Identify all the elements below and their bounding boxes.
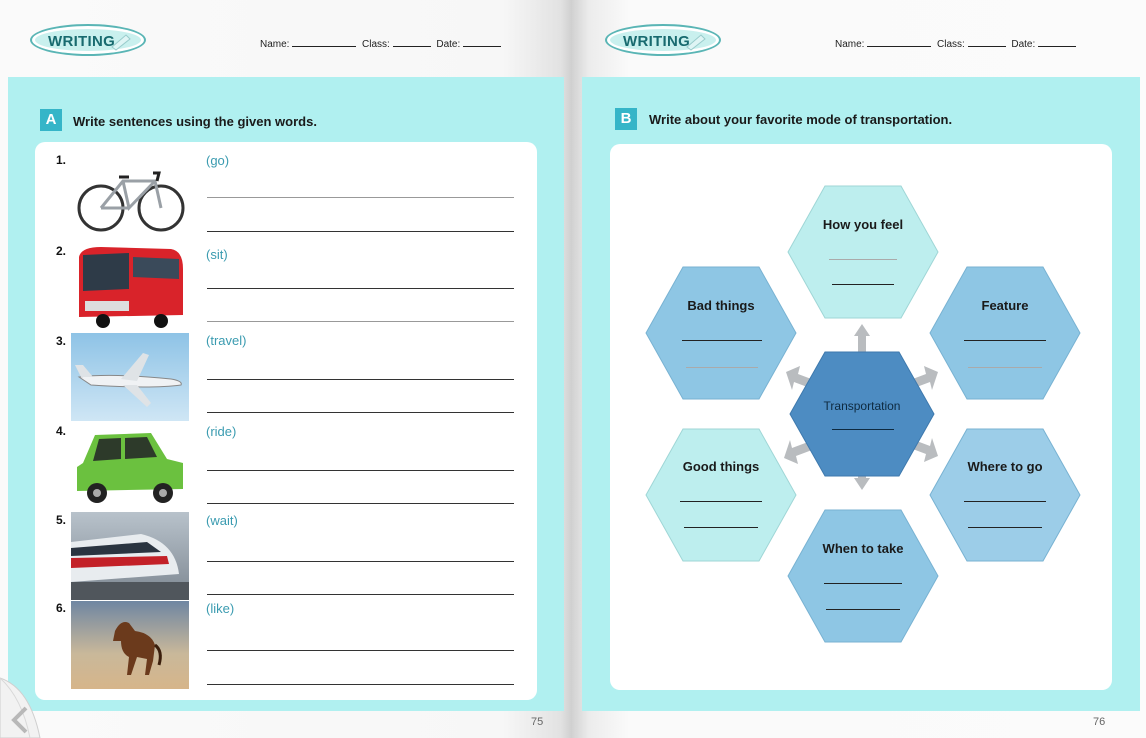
item-word: (like) [206,601,235,616]
date-label: Date: [436,39,461,50]
class-label: Class: [362,39,390,50]
writing-line[interactable] [207,321,514,322]
hex-how-you-feel: How you feel [786,184,940,320]
hex-answer-line[interactable] [968,367,1042,368]
train-image [71,512,189,600]
hex-when-to-take: When to take [786,508,940,644]
date-field[interactable] [463,37,502,47]
writing-line[interactable] [207,503,514,504]
name-field[interactable] [867,37,932,47]
right-page: WRITING Name: Class: Date: B Write about… [572,0,1146,738]
date-label: Date: [1011,39,1036,50]
section-b-tag: B [615,108,637,130]
class-field[interactable] [392,37,431,47]
date-field[interactable] [1038,37,1077,47]
logo-text: WRITING [48,33,116,50]
hex-label: Bad things [687,298,755,313]
item-word: (wait) [206,513,238,528]
item-number: 5. [56,513,67,527]
writing-line[interactable] [207,412,514,413]
item-number: 2. [56,244,67,258]
writing-line[interactable] [207,684,514,685]
hex-center: Transportation [788,350,936,478]
pencil-icon [111,34,131,51]
hex-answer-line[interactable] [832,429,894,430]
hex-feature: Feature [928,265,1082,401]
hex-answer-line[interactable] [832,284,894,285]
airplane-image [71,333,189,421]
writing-line[interactable] [207,288,514,289]
hex-where-to-go: Where to go [928,427,1082,563]
hex-label: Feature [981,298,1029,313]
class-label: Class: [937,39,965,50]
name-label: Name: [260,39,290,50]
hex-answer-line[interactable] [964,340,1046,341]
hex-good-things: Good things [644,427,798,563]
name-label: Name: [835,39,865,50]
item-number: 6. [56,601,67,615]
bus-image [71,243,189,331]
writing-logo: WRITING [30,24,146,56]
header-fields: Name: Class: Date: [260,37,504,50]
hex-answer-line[interactable] [824,583,902,584]
hex-answer-line[interactable] [964,501,1046,502]
writing-line[interactable] [207,561,514,562]
item-word: (sit) [206,247,228,262]
car-image [71,423,189,511]
item-number: 4. [56,424,67,438]
writing-line[interactable] [207,650,514,651]
bicycle-image [71,153,189,241]
hex-label: When to take [822,541,904,556]
page-number: 76 [1093,716,1106,728]
logo-text: WRITING [623,33,691,50]
item-number: 1. [56,153,67,167]
class-field[interactable] [967,37,1006,47]
section-b-title: Write about your favorite mode of transp… [649,112,953,127]
hex-answer-line[interactable] [686,367,758,368]
writing-line[interactable] [207,231,514,232]
hex-bad-things: Bad things [644,265,798,401]
pencil-icon [686,34,706,51]
page-number: 75 [531,716,544,728]
hex-label: Where to go [967,459,1043,474]
hex-label: Good things [682,459,760,474]
hex-answer-line[interactable] [826,609,900,610]
hex-answer-line[interactable] [968,527,1042,528]
hex-center-label: Transportation [823,399,901,413]
header-fields: Name: Class: Date: [835,37,1079,50]
writing-line[interactable] [207,594,514,595]
horse-image [71,601,189,689]
item-number: 3. [56,334,67,348]
page-curl-back-icon[interactable] [0,638,80,738]
hex-answer-line[interactable] [829,259,897,260]
hex-answer-line[interactable] [680,501,762,502]
hex-answer-line[interactable] [682,340,762,341]
item-word: (go) [206,153,230,168]
item-word: (travel) [206,333,247,348]
item-word: (ride) [206,424,237,439]
hex-label: How you feel [822,217,904,232]
name-field[interactable] [292,37,357,47]
writing-line[interactable] [207,470,514,471]
writing-logo: WRITING [605,24,721,56]
section-a-tag: A [40,109,62,131]
writing-line[interactable] [207,379,514,380]
writing-line[interactable] [207,197,514,198]
section-a-title: Write sentences using the given words. [73,114,317,129]
left-page: WRITING Name: Class: Date: A Write sente… [0,0,572,738]
hex-answer-line[interactable] [684,527,758,528]
